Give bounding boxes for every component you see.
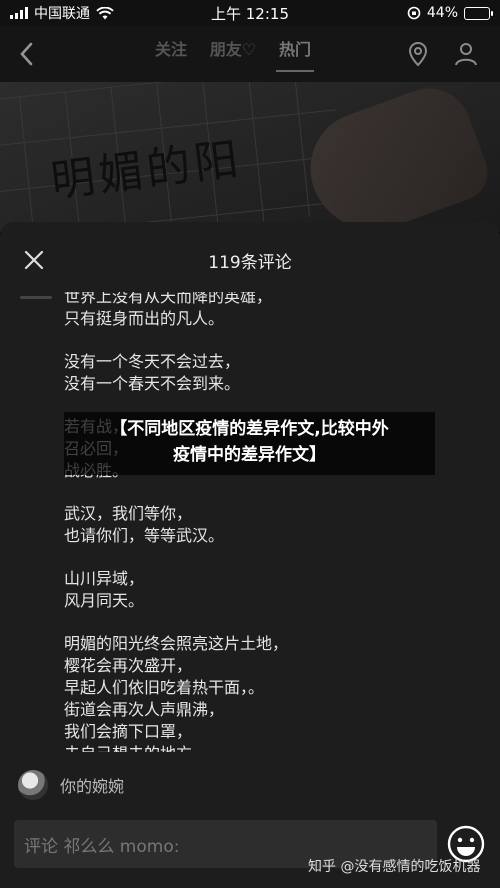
tab-friends[interactable]: 朋友♡ [202, 26, 264, 82]
comment-line: 山川异域， [64, 569, 145, 588]
watermark: 知乎 @没有感情的吃饭机器 [308, 859, 481, 875]
tab-trending[interactable]: 热门 [264, 26, 326, 82]
tab-following[interactable]: 关注 [140, 26, 202, 82]
comment-line: 街道会再次人声鼎沸， [64, 700, 225, 719]
comment-line: 没有一个春天不会到来。 [64, 374, 241, 393]
carrier-label: 中国联通 [34, 6, 90, 22]
avatar[interactable] [18, 770, 48, 800]
comments-sheet: 119条评论 世界上没有从天而降的英雄， 只有挺身而出的凡人。 没有一个冬天不会过去… [0, 222, 500, 888]
comment-line: 武汉，我们等你， [64, 504, 193, 523]
comment-line: 我们会摘下口罩， [64, 722, 193, 741]
comment-paragraph: 世界上没有从天而降的英雄， 只有挺身而出的凡人。 [64, 292, 474, 330]
comment-line: 只有挺身而出的凡人。 [64, 309, 225, 328]
comment-line: 没有一个冬天不会过去， [64, 352, 241, 371]
reply-username[interactable]: 你的婉婉 [60, 773, 124, 797]
wifi-icon [96, 6, 114, 19]
back-arrow-icon[interactable] [14, 40, 40, 68]
comment-line: 樱花会再次盛开， [64, 656, 193, 675]
comment-line: 风月同天。 [64, 591, 145, 610]
comment-line: 也请你们，等等武汉。 [64, 526, 225, 545]
overlay-line-2: 疫情中的差异作文】 [173, 445, 326, 465]
comment-text: 世界上没有从天而降的英雄， 只有挺身而出的凡人。 没有一个冬天不会过去， 没有一个春天… [64, 292, 474, 752]
rotation-lock-icon [407, 6, 421, 20]
comment-line: 世界上没有从天而降的英雄， [64, 292, 273, 306]
comments-count-title: 119条评论 [208, 253, 292, 273]
status-right: 44% [320, 5, 493, 21]
reply-row[interactable]: 你的婉婉 [18, 770, 124, 800]
signal-icon [10, 7, 28, 19]
top-nav-bar: 关注 朋友♡ 热门 [0, 26, 500, 82]
commenter-avatar-edge [20, 296, 52, 299]
battery-percent: 44% [426, 5, 458, 21]
comment-input-placeholder: 评论 祁么么 momo: [24, 836, 180, 857]
comment-paragraph: 没有一个冬天不会过去， 没有一个春天不会到来。 [64, 351, 474, 395]
comment-paragraph: 武汉，我们等你， 也请你们，等等武汉。 [64, 503, 474, 547]
comment-line: 去自己想去的地方。 [64, 743, 474, 752]
feed-tabs: 关注 朋友♡ 热门 [140, 26, 326, 82]
comment-line: 明媚的阳光终会照亮这片土地， [64, 634, 289, 653]
status-time: 上午 12:15 [211, 4, 289, 23]
status-left: 中国联通 [10, 3, 180, 23]
comment-line: 早起人们依旧吃着热干面，。 [64, 678, 265, 697]
battery-icon [464, 6, 493, 20]
comment-paragraph: 明媚的阳光终会照亮这片土地， 樱花会再次盛开， 早起人们依旧吃着热干面，。 街道会再次… [64, 633, 474, 752]
article-title-overlay: 【不同地区疫情的差异作文,比较中外 疫情中的差异作文】 [64, 412, 435, 475]
video-background-photo: 明媚的阳 [0, 82, 500, 232]
location-pin-icon[interactable] [404, 40, 432, 68]
overlay-line-1: 【不同地区疫情的差异作文,比较中外 [110, 419, 389, 439]
user-icon[interactable] [452, 40, 480, 68]
comment-paragraph: 山川异域， 风月同天。 [64, 568, 474, 612]
status-bar: 中国联通 上午 12:15 44% [0, 0, 500, 26]
